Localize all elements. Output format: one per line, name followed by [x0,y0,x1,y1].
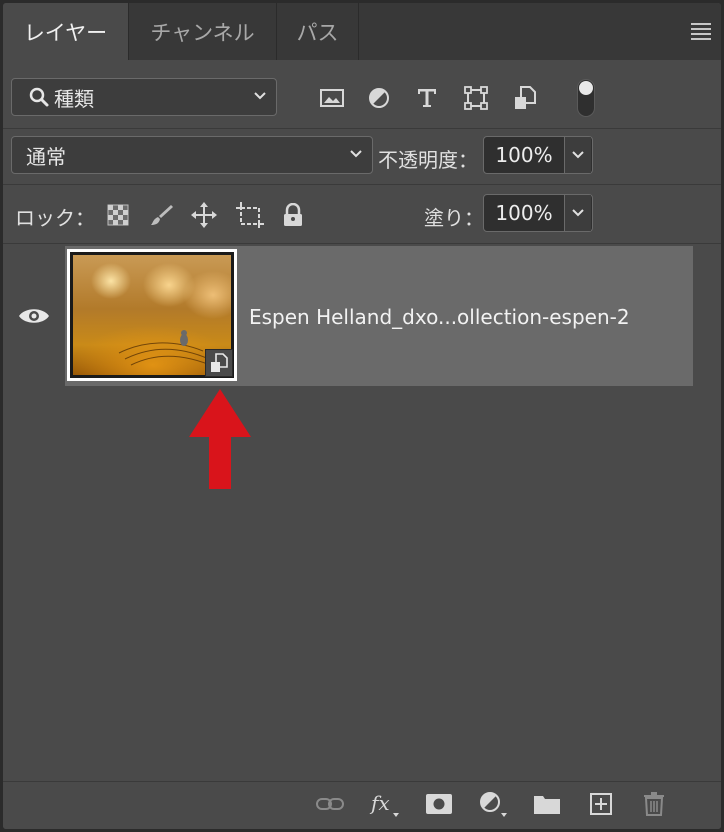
panel-menu-icon[interactable] [691,23,711,40]
tab-bar: レイヤー チャンネル パス [3,3,721,60]
image-filter-icon[interactable] [317,83,347,113]
lock-all-icon[interactable] [278,200,308,230]
type-filter-icon[interactable] [412,83,442,113]
link-layers-icon[interactable] [315,789,345,819]
chevron-down-icon [254,92,266,100]
lock-image-pixels-brush-icon[interactable] [147,200,177,230]
layer-name[interactable]: Espen Helland_dxo...ollection-espen-2 [249,305,630,329]
fill-label: 塗り： [424,206,484,230]
tab-layers[interactable]: レイヤー [3,3,129,60]
opacity-field[interactable]: 100% [483,136,593,174]
opacity-value[interactable]: 100% [484,137,565,173]
svg-text:fx: fx [369,791,390,815]
filter-type-select[interactable]: 種類 [11,78,277,116]
tab-paths[interactable]: パス [277,3,359,60]
toggle-knob [579,81,593,95]
new-layer-icon[interactable] [586,789,616,819]
smart-object-badge-icon [205,349,233,377]
blend-mode-select[interactable]: 通常 [11,136,373,174]
new-group-folder-icon[interactable] [532,789,562,819]
fill-value[interactable]: 100% [484,195,565,231]
lock-artboard-icon[interactable] [235,200,265,230]
opacity-dropdown-button[interactable] [565,137,591,173]
opacity-label: 不透明度： [378,148,478,172]
adjustment-filter-icon[interactable] [364,83,394,113]
lock-transparent-pixels-icon[interactable] [103,200,133,230]
fill-field[interactable]: 100% [483,194,593,232]
delete-layer-trash-icon[interactable] [639,789,669,819]
smart-object-filter-icon[interactable] [510,83,540,113]
divider [3,128,721,129]
search-icon [29,87,49,107]
add-layer-mask-icon[interactable] [424,789,454,819]
divider [3,243,721,244]
filter-type-value: 種類 [54,86,94,111]
chevron-down-icon [350,150,362,158]
new-adjustment-layer-icon[interactable] [477,789,507,819]
layers-panel: レイヤー チャンネル パス 種類 通常 不透明度： 100% ロック： 塗り： … [3,3,721,829]
filter-toggle-switch[interactable] [577,79,595,117]
layer-style-fx-icon[interactable]: fx [369,789,399,819]
blend-mode-value: 通常 [26,144,66,169]
chevron-down-icon [572,209,584,217]
lock-label: ロック： [15,206,95,230]
fill-dropdown-button[interactable] [565,195,591,231]
red-arrow-annotation-icon [189,389,251,489]
tab-channels[interactable]: チャンネル [129,3,277,60]
shape-filter-icon[interactable] [461,83,491,113]
visibility-eye-icon[interactable] [17,302,51,330]
divider [3,184,721,185]
chevron-down-icon [572,151,584,159]
lock-position-move-icon[interactable] [189,200,219,230]
